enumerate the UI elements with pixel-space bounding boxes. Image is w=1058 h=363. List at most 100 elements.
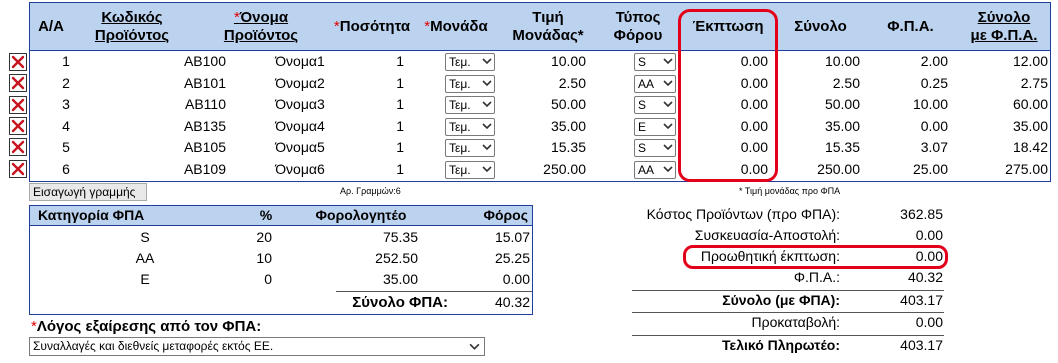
chevron-down-icon	[469, 343, 480, 350]
exemption-reason-select[interactable]: Συναλλαγές και διεθνείς μεταφορές εκτός …	[29, 337, 485, 356]
vat-tax: 15.07	[494, 229, 530, 245]
row-total: 50.00	[824, 96, 860, 112]
row-qty: 1	[396, 160, 404, 177]
row-total-with-vat: 18.42	[1012, 139, 1048, 155]
tax-type-select[interactable]: S	[634, 96, 676, 114]
unit-select[interactable]: Τεμ.	[445, 139, 495, 157]
row-vat: 25.00	[912, 160, 948, 177]
vat-total-divider	[336, 291, 532, 292]
vat-taxable: 75.35	[382, 229, 418, 245]
header-total-with-vat[interactable]: Σύνολο με Φ.Π.Α.	[958, 3, 1050, 50]
tax-type-select[interactable]: AA	[634, 160, 676, 179]
totals-divider	[632, 335, 944, 336]
row-count-label: Αρ. Γραμμών:6	[340, 186, 401, 196]
chevron-down-icon	[482, 165, 492, 172]
chevron-down-icon	[663, 144, 673, 151]
row-total-with-vat: 60.00	[1012, 96, 1048, 112]
unit-select[interactable]: Τεμ.	[445, 74, 495, 93]
totals-label: Προκαταβολή:	[751, 314, 840, 330]
tax-type-select[interactable]: S	[634, 139, 676, 157]
header-code[interactable]: Κωδικός Προϊόντος	[72, 3, 192, 50]
exemption-reason-label: *Λόγος εξαίρεσης από τον ΦΠΑ:	[31, 318, 262, 335]
row-total-with-vat: 12.00	[1012, 53, 1048, 69]
totals-value: 403.17	[900, 337, 943, 353]
unit-select[interactable]: Τεμ.	[445, 53, 495, 71]
header-tax-type: Τύπος Φόρου	[613, 8, 663, 44]
unit-select[interactable]: Τεμ.	[445, 160, 495, 179]
vat-table-header: Κατηγορία ΦΠΑ % Φορολογητέο Φόρος	[30, 206, 532, 226]
price-note: * Τιμή μονάδας προ ΦΠΑ	[739, 186, 841, 196]
chevron-down-icon	[663, 101, 673, 108]
row-code: AB101	[183, 74, 226, 91]
chevron-down-icon	[663, 58, 673, 65]
row-code: AB135	[183, 117, 226, 134]
totals-divider	[632, 290, 944, 291]
vat-pct: 20	[256, 229, 272, 245]
delete-x-icon	[11, 162, 25, 175]
row-price: 10.00	[550, 53, 586, 69]
row-total: 2.50	[832, 74, 860, 91]
chevron-down-icon	[663, 79, 673, 86]
vat-header-category: Κατηγορία ΦΠΑ	[38, 207, 145, 223]
row-total-with-vat: 2.75	[1020, 74, 1048, 91]
vat-category: E	[140, 271, 150, 287]
vat-row: S 20 75.35 15.07	[30, 228, 532, 249]
row-total-with-vat: 275.00	[1005, 160, 1048, 177]
unit-select[interactable]: Τεμ.	[445, 117, 495, 136]
vat-category: S	[140, 229, 150, 245]
header-unit: *Μονάδα	[424, 17, 488, 35]
header-price: Τιμή Μονάδας*	[512, 8, 584, 44]
row-price: 2.50	[558, 74, 586, 91]
totals-label: Τελικό Πληρωτέο:	[722, 337, 840, 353]
delete-row-button[interactable]	[9, 53, 27, 71]
row-code: AB100	[183, 53, 226, 69]
row-code: AB110	[185, 96, 226, 112]
row-price: 35.00	[550, 117, 586, 134]
vat-pct: 0	[264, 271, 272, 287]
item-row: 1 AB100 Όνομα1 1 Τεμ. 10.00 S 0.00 10.00 2.00 12.0…	[30, 51, 1050, 73]
totals-label: Φ.Π.Α.:	[793, 269, 840, 285]
totals-divider	[632, 312, 944, 313]
vat-table: Κατηγορία ΦΠΑ % Φορολογητέο Φόρος S 20 75.…	[29, 205, 533, 315]
delete-row-button[interactable]	[9, 116, 27, 135]
item-row: 4 AB135 Όνομα4 1 Τεμ. 35.00 E 0.00 35.00 0.00 35.0…	[30, 116, 1050, 138]
row-vat: 0.00	[920, 117, 948, 134]
vat-tax: 25.25	[494, 250, 530, 266]
vat-row: E 0 35.00 0.00	[30, 270, 532, 291]
row-code: AB105	[183, 139, 226, 155]
item-row: 6 AB109 Όνομα6 1 Τεμ. 250.00 AA 0.00 250.00 25.00…	[30, 159, 1050, 181]
delete-x-icon	[11, 119, 25, 133]
row-price: 250.00	[543, 160, 586, 177]
chevron-down-icon	[482, 101, 492, 108]
discount-column-highlight	[678, 9, 778, 182]
tax-type-select[interactable]: E	[634, 117, 676, 136]
unit-select[interactable]: Τεμ.	[445, 96, 495, 114]
row-qty: 1	[396, 53, 404, 69]
row-total: 35.00	[824, 117, 860, 134]
add-line-button[interactable]: Εισαγωγή γραμμής	[29, 183, 147, 201]
delete-row-button[interactable]	[9, 74, 27, 93]
row-qty: 1	[396, 96, 404, 112]
delete-row-button[interactable]	[9, 159, 27, 178]
delete-row-button[interactable]	[9, 95, 27, 114]
delete-row-button[interactable]	[9, 138, 27, 157]
chevron-down-icon	[482, 58, 492, 65]
totals-value: 0.00	[915, 227, 943, 243]
row-price: 50.00	[550, 96, 586, 112]
items-table: Α/Α Κωδικός Προϊόντος *Όνομα Προϊόντος *Πο…	[29, 2, 1051, 182]
item-row: 5 AB105 Όνομα5 1 Τεμ. 15.35 S 0.00 15.35 3.07 18.4…	[30, 137, 1050, 159]
row-vat: 3.07	[920, 139, 948, 155]
chevron-down-icon	[482, 79, 492, 86]
totals-value: 403.17	[900, 292, 943, 308]
chevron-down-icon	[663, 122, 673, 129]
header-name[interactable]: *Όνομα Προϊόντος	[192, 3, 330, 50]
tax-type-select[interactable]: AA	[634, 74, 676, 93]
row-code: AB109	[183, 160, 226, 177]
vat-header-taxable: Φορολογητέο	[315, 207, 407, 223]
vat-taxable: 252.50	[375, 250, 418, 266]
row-qty: 1	[396, 74, 404, 91]
tax-type-select[interactable]: S	[634, 53, 676, 71]
row-total: 15.35	[824, 139, 860, 155]
vat-header-tax: Φόρος	[483, 207, 528, 223]
chevron-down-icon	[482, 122, 492, 129]
